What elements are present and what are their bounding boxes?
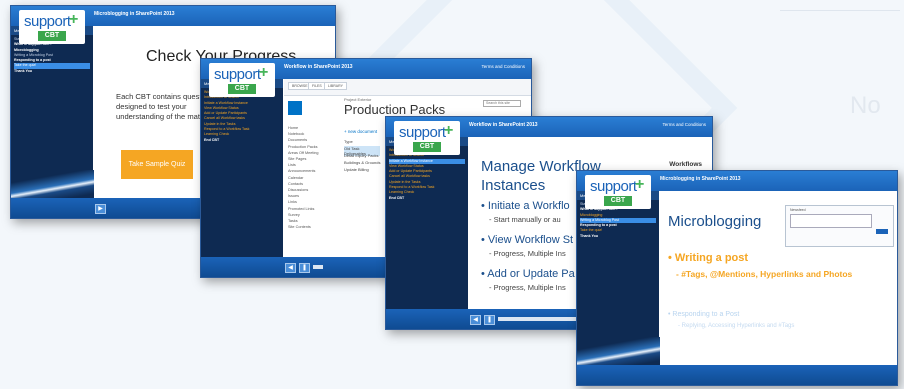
bullet-sub-item: - #Tags, @Mentions, Hyperlinks and Photo… bbox=[676, 269, 853, 279]
slide-heading: Microblogging bbox=[668, 213, 762, 230]
pause-button[interactable]: ❚ bbox=[484, 315, 495, 325]
bullet-item: • Writing a post bbox=[668, 252, 749, 264]
bullet-sub-item: - Start manually or au bbox=[489, 215, 561, 224]
site-icon bbox=[288, 101, 302, 115]
decorative-wave bbox=[577, 337, 660, 365]
course-title: Workflow in SharePoint 2013 bbox=[284, 64, 353, 70]
pause-button[interactable]: ❚ bbox=[299, 263, 310, 273]
ribbon: BROWSE FILES LIBRARY bbox=[284, 79, 531, 96]
slide-paragraph: Each CBT contains questio designed to te… bbox=[116, 92, 208, 121]
bullet-item: • View Workflow St bbox=[481, 234, 574, 246]
menu-item[interactable]: End CBT bbox=[204, 138, 280, 143]
menu-item[interactable]: Thank You bbox=[580, 234, 656, 239]
background-line bbox=[780, 10, 900, 11]
progress-bar[interactable] bbox=[313, 265, 323, 269]
newsfeed-screenshot: Newsfeed bbox=[785, 205, 894, 247]
bullet-item: • Initiate a Workflo bbox=[481, 200, 570, 212]
slide-content: Microblogging Newsfeed • Writing a post … bbox=[660, 191, 897, 365]
play-button[interactable]: ◀ bbox=[470, 315, 481, 325]
support-cbt-logo: support + CBT bbox=[394, 121, 460, 155]
newsfeed-title: Newsfeed bbox=[790, 208, 806, 212]
background-text: No bbox=[850, 92, 881, 119]
terms-link[interactable]: Terms and Conditions bbox=[662, 122, 706, 127]
sidebar: MenuGlossary Workflow Introduction to Se… bbox=[386, 137, 468, 309]
bullet-item-faded: • Responding to a Post bbox=[668, 311, 740, 318]
support-cbt-logo: support + CBT bbox=[209, 63, 275, 97]
bullet-sub-item: - Progress, Multiple Ins bbox=[489, 249, 566, 258]
sidebar: MenuGlossary Workflow Introduction to Se… bbox=[201, 79, 283, 257]
terms-link[interactable]: Terms and Conditions bbox=[481, 64, 525, 69]
course-title: Workflow in SharePoint 2013 bbox=[469, 122, 538, 128]
bullet-sub-item-faded: - Replying, Accessing Hyperlinks and #Ta… bbox=[678, 323, 795, 329]
decorative-wave bbox=[11, 170, 94, 198]
bullet-item: • Add or Update Pa bbox=[481, 268, 575, 280]
cbt-window-microblogging: Microblogging in SharePoint 2013 MenuGlo… bbox=[576, 170, 898, 386]
new-document-link[interactable]: + new document bbox=[344, 129, 377, 134]
menu-item[interactable]: Thank You bbox=[14, 69, 90, 74]
list-item[interactable]: Update Billing bbox=[344, 167, 369, 172]
menu-item[interactable]: End CBT bbox=[389, 196, 465, 201]
list-item[interactable]: Buildings & Grounds bbox=[344, 160, 380, 165]
workflows-badge: Workflows bbox=[669, 161, 702, 168]
course-title: Microblogging in SharePoint 2013 bbox=[660, 176, 741, 182]
bullet-sub-item: - Progress, Multiple Ins bbox=[489, 283, 566, 292]
player-controls bbox=[577, 365, 897, 385]
play-button[interactable]: ▶ bbox=[95, 204, 106, 214]
list-item[interactable]: Detail Equity Packs bbox=[344, 153, 378, 158]
ribbon-tab-library[interactable]: LIBRARY bbox=[324, 82, 347, 90]
quick-launch: Home Notebook Documents Production Packs… bbox=[288, 125, 338, 230]
progress-bar[interactable] bbox=[498, 317, 578, 321]
search-input[interactable]: Search this site bbox=[483, 100, 521, 107]
support-cbt-logo: support + CBT bbox=[585, 175, 651, 209]
take-sample-quiz-button[interactable]: Take Sample Quiz bbox=[121, 150, 193, 179]
nav-item[interactable]: Site Contents bbox=[288, 224, 338, 230]
course-title: Microblogging in SharePoint 2013 bbox=[94, 11, 175, 17]
support-cbt-logo: support + CBT bbox=[19, 10, 85, 44]
play-button[interactable]: ◀ bbox=[285, 263, 296, 273]
post-button bbox=[876, 229, 888, 234]
library-heading: Production Packs bbox=[344, 102, 446, 117]
list-header: Type bbox=[344, 139, 353, 144]
post-textbox bbox=[790, 214, 872, 228]
